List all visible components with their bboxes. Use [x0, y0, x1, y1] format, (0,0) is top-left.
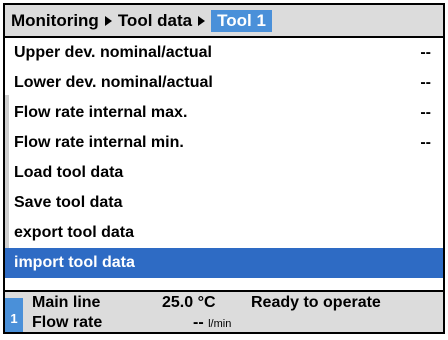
- crumb-tool-data[interactable]: Tool data: [118, 11, 192, 31]
- breadcrumb-arrow-icon: [104, 15, 112, 26]
- menu-item-export-tool-data[interactable]: export tool data: [5, 218, 443, 248]
- menu-item-label: Load tool data: [14, 164, 124, 181]
- menu-item-label: export tool data: [14, 224, 135, 241]
- menu-item-label: Upper dev. nominal/actual: [14, 44, 212, 61]
- flow-rate-value: -- l/min: [193, 314, 231, 332]
- tool-data-menu: Upper dev. nominal/actual -- Lower dev. …: [5, 38, 443, 278]
- breadcrumb-arrow-icon: [198, 15, 206, 26]
- status-bar: 1 Main line 25.0 °C Flow rate -- l/min R…: [5, 290, 443, 332]
- menu-item-save-tool-data[interactable]: Save tool data: [5, 188, 443, 218]
- menu-item-value: --: [420, 134, 431, 151]
- menu-item-label: Lower dev. nominal/actual: [14, 74, 213, 91]
- crumb-monitoring[interactable]: Monitoring: [11, 11, 99, 31]
- main-line-label: Main line: [32, 294, 101, 311]
- menu-item-label: Flow rate internal max.: [14, 104, 188, 121]
- menu-item-value: --: [420, 104, 431, 121]
- tool-data-screen: Monitoring Tool data Tool 1 Upper dev. n…: [3, 3, 445, 334]
- breadcrumb: Monitoring Tool data Tool 1: [5, 5, 443, 38]
- flow-rate-number: --: [193, 314, 204, 331]
- crumb-tool-1[interactable]: Tool 1: [211, 9, 272, 32]
- menu-item-load-tool-data[interactable]: Load tool data: [5, 158, 443, 188]
- main-line-temperature: 25.0 °C: [162, 294, 216, 311]
- menu-item-label: Save tool data: [14, 194, 123, 211]
- menu-item-flow-rate-max[interactable]: Flow rate internal max. --: [5, 98, 443, 128]
- flow-rate-unit: l/min: [208, 318, 232, 330]
- menu-item-label: import tool data: [14, 254, 135, 271]
- flow-rate-label: Flow rate: [32, 314, 103, 331]
- menu-item-upper-dev[interactable]: Upper dev. nominal/actual --: [5, 38, 443, 68]
- menu-item-flow-rate-min[interactable]: Flow rate internal min. --: [5, 128, 443, 158]
- menu-item-import-tool-data[interactable]: import tool data: [5, 248, 443, 278]
- menu-item-value: --: [420, 44, 431, 61]
- menu-item-lower-dev[interactable]: Lower dev. nominal/actual --: [5, 68, 443, 98]
- menu-item-value: --: [420, 74, 431, 91]
- channel-badge: 1: [5, 298, 23, 332]
- operating-state: Ready to operate: [251, 294, 381, 311]
- menu-item-label: Flow rate internal min.: [14, 134, 184, 151]
